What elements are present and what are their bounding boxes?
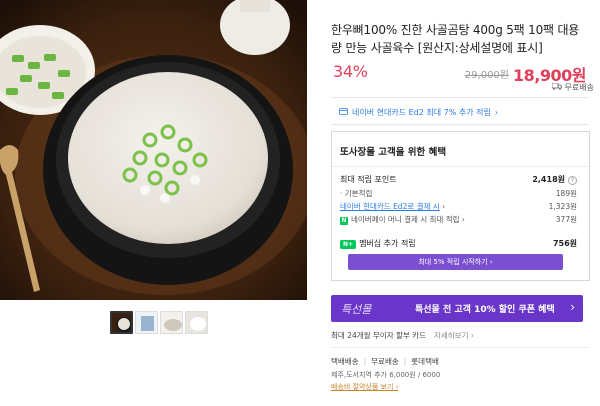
chevron-right-icon: ›	[470, 331, 474, 340]
thumbnail-4[interactable]	[185, 311, 208, 334]
chevron-right-icon: ›	[461, 215, 465, 224]
membership-row: N+ 멤버십 추가 적립 756원	[340, 238, 577, 249]
banner-text: 특선몰 전 고객 10% 할인 쿠폰 혜택	[415, 305, 555, 315]
shipping-row: 택배배송 | 무료배송 | 롯데택배	[331, 357, 439, 366]
thumbnail-3[interactable]	[160, 311, 183, 334]
membership-badge-icon: N+	[340, 240, 357, 249]
benefit-title: 또사장몰 고객을 위한 혜택	[340, 147, 447, 158]
installment-more-link[interactable]: 자세히보기 ›	[434, 330, 474, 341]
product-title: 한우뼈100% 진한 사골곰탕 400g 5팩 10팩 대용량 만능 사골육수 …	[331, 23, 580, 55]
chevron-right-icon: ›	[442, 202, 446, 211]
truck-icon	[551, 82, 562, 92]
card-promo-link[interactable]: 네이버 현대카드 Ed2 최대 7% 추가 적립 ›	[339, 107, 498, 118]
shipping-carrier: 롯데택배	[411, 357, 439, 366]
chevron-right-icon: ›	[494, 108, 499, 117]
shipping-saver-link[interactable]: 배송비 절약상품 보기 ›	[331, 382, 398, 392]
free-shipping-badge: 무료배송	[551, 82, 594, 93]
basic-points-value: 189원	[555, 189, 577, 198]
installment-more-label: 자세히보기	[433, 331, 469, 340]
card-icon	[339, 108, 348, 117]
max-points-row: 최대 적립 포인트 2,418원?	[340, 174, 577, 185]
npay-points-value: 377원	[555, 215, 577, 224]
divider	[331, 347, 589, 348]
basic-points-row: · 기본적립 189원	[340, 188, 577, 199]
thumbnail-1[interactable]	[110, 311, 133, 334]
membership-start-button[interactable]: 최대 5% 적립 시작하기 ›	[348, 254, 563, 270]
chevron-right-icon: ›	[489, 258, 493, 266]
card-promo-text: 네이버 현대카드 Ed2 최대 7% 추가 적립	[352, 108, 491, 117]
chevron-right-icon: ›	[570, 300, 575, 314]
divider	[332, 166, 589, 167]
discount-rate: 34%	[333, 62, 368, 81]
product-photo	[0, 0, 307, 300]
max-points-value: 2,418원	[532, 175, 565, 184]
divider	[331, 124, 589, 125]
chevron-right-icon: ›	[395, 383, 399, 391]
membership-start-label: 최대 5% 적립 시작하기	[418, 258, 488, 266]
thumbnail-strip	[110, 311, 208, 334]
divider	[331, 97, 589, 98]
basic-points-label: · 기본적립	[340, 189, 373, 198]
card-points-row: 네이버 현대카드 Ed2로 결제 시 › 1,323원	[340, 201, 577, 212]
card-points-value: 1,323원	[548, 202, 577, 211]
jeju-surcharge: 제주,도서지역 추가 6,000원 / 6000	[331, 371, 441, 379]
membership-value: 756원	[552, 239, 577, 248]
membership-label: 멤버십 추가 적립	[359, 239, 416, 248]
price-row: 34% 29,000원 18,900원	[331, 62, 589, 85]
coupon-banner[interactable]: 특선몰 특선몰 전 고객 10% 할인 쿠폰 혜택 ›	[331, 295, 583, 322]
installment-row: 최대 24개월 무이자 할부 카드 자세히보기 ›	[331, 330, 474, 341]
npay-icon: N	[340, 217, 348, 225]
original-price: 29,000원	[464, 70, 509, 81]
shipping-method: 택배배송	[331, 357, 359, 366]
max-points-label: 최대 적립 포인트	[340, 175, 397, 184]
free-shipping-text: 무료배송	[564, 83, 594, 92]
installment-text: 최대 24개월 무이자 할부 카드	[331, 331, 426, 340]
card-points-link[interactable]: 네이버 현대카드 Ed2로 결제 시	[340, 202, 440, 211]
shipping-saver-label: 배송비 절약상품 보기	[331, 383, 394, 391]
banner-brand-logo: 특선몰	[341, 303, 372, 316]
shipping-fee: 무료배송	[371, 357, 399, 366]
npay-points-label[interactable]: 네이버페이 머니 결제 시 최대 적립	[351, 215, 460, 224]
npay-points-row: N 네이버페이 머니 결제 시 최대 적립 › 377원	[340, 214, 577, 225]
thumbnail-2[interactable]	[135, 311, 158, 334]
help-icon[interactable]: ?	[568, 176, 577, 185]
